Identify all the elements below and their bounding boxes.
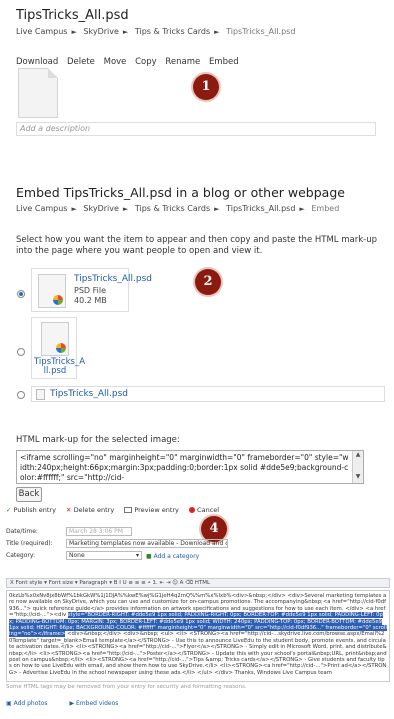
title-label: Title (required): bbox=[6, 540, 53, 547]
option-large-name[interactable]: TipsTricks_All.psd bbox=[74, 274, 152, 284]
embed-videos-link[interactable]: ▶ Embed videos bbox=[69, 700, 128, 707]
embed-button[interactable]: Embed bbox=[209, 57, 239, 67]
breadcrumb-live-campus[interactable]: Live Campus bbox=[16, 27, 67, 36]
rename-button[interactable]: Rename bbox=[165, 57, 200, 67]
add-category-icon: ■ bbox=[146, 553, 152, 560]
file-icon[interactable] bbox=[18, 68, 58, 118]
html-markup-textbox[interactable]: <iframe scrolling="no" marginheight="0" … bbox=[16, 450, 364, 484]
entry-toolbar: ✓ Publish entry ✕ Delete entry Preview e… bbox=[6, 506, 227, 514]
description-input[interactable]: Add a description bbox=[16, 122, 376, 136]
breadcrumb-skydrive[interactable]: SkyDrive bbox=[83, 204, 119, 213]
option-large-size: 40.2 MB bbox=[74, 296, 107, 305]
radio-option-tile[interactable] bbox=[17, 348, 25, 356]
cancel-button[interactable]: Cancel bbox=[188, 506, 219, 514]
delete-entry-button[interactable]: ✕ Delete entry bbox=[66, 506, 114, 514]
blog-editor-panel: ✓ Publish entry ✕ Delete entry Preview e… bbox=[0, 498, 394, 719]
breadcrumb: Live Campus ► SkyDrive ► Tips & Tricks Car… bbox=[16, 204, 340, 213]
option-link-name[interactable]: TipsTricks_All.psd bbox=[50, 389, 128, 399]
embed-instructions: Select how you want the item to appear a… bbox=[16, 235, 377, 256]
delete-button[interactable]: Delete bbox=[67, 57, 95, 67]
preview-icon bbox=[124, 507, 133, 513]
breadcrumb-folder[interactable]: Tips & Tricks Cards bbox=[135, 204, 210, 213]
date-input[interactable]: March 28 3:06 PM bbox=[66, 527, 132, 536]
small-file-icon bbox=[36, 389, 45, 400]
editor-toolbar[interactable]: X Font style ▾ Font size ▾ Paragraph ▾ B… bbox=[6, 578, 390, 588]
option-large[interactable]: TipsTricks_All.psd PSD File 40.2 MB bbox=[31, 268, 152, 312]
file-title: TipsTricks_All.psd bbox=[16, 8, 129, 23]
radio-option-large[interactable] bbox=[17, 290, 25, 298]
move-button[interactable]: Move bbox=[104, 57, 127, 67]
title-input[interactable]: Marketing templates now available - Down… bbox=[66, 539, 228, 548]
copy-button[interactable]: Copy bbox=[135, 57, 157, 67]
publish-entry-button[interactable]: ✓ Publish entry bbox=[6, 506, 56, 514]
breadcrumb-folder[interactable]: Tips & Tricks Cards bbox=[135, 27, 210, 36]
option-large-type: PSD File bbox=[74, 286, 106, 295]
textbox-scrollbar[interactable]: ▲ ▼ bbox=[352, 451, 363, 483]
scroll-down-icon[interactable]: ▼ bbox=[353, 473, 363, 483]
option-link[interactable]: TipsTricks_All.psd bbox=[31, 386, 385, 402]
breadcrumb-file[interactable]: TipsTricks_All.psd bbox=[226, 204, 295, 213]
stop-icon bbox=[188, 507, 195, 513]
download-button[interactable]: Download bbox=[16, 57, 58, 67]
x-icon: ✕ bbox=[66, 506, 72, 514]
psd-file-icon bbox=[38, 274, 66, 308]
category-select[interactable]: None ▾ bbox=[66, 551, 142, 560]
breadcrumb-live-campus[interactable]: Live Campus bbox=[16, 204, 67, 213]
scroll-up-icon[interactable]: ▲ bbox=[353, 451, 363, 461]
category-label: Category: bbox=[6, 552, 35, 559]
markup-label: HTML mark-up for the selected image: bbox=[16, 435, 180, 445]
embed-panel: Embed TipsTricks_All.psd in a blog or ot… bbox=[0, 151, 394, 502]
html-editor-area[interactable]: 0kzLb%x0xNv8jx8bWf%1bkGkW%1j1DJA%%kwE%wj… bbox=[6, 590, 390, 682]
editor-footnote: Some HTML tags may be removed from your … bbox=[6, 684, 247, 690]
breadcrumb-skydrive[interactable]: SkyDrive bbox=[83, 27, 119, 36]
breadcrumb-current: TipsTricks_All.psd bbox=[226, 27, 296, 36]
file-details-panel: TipsTricks_All.psd Live Campus ► SkyDrive… bbox=[0, 0, 394, 148]
date-label: Date/time: bbox=[6, 528, 38, 535]
psd-file-icon bbox=[41, 322, 69, 356]
add-category-link[interactable]: ■ Add a category bbox=[146, 553, 199, 560]
breadcrumb-current: Embed bbox=[311, 204, 340, 213]
step-badge-2: 2 bbox=[195, 269, 221, 295]
editor-text-rest: <div>&nbsp;</div> <div>&nbsp; <ul> <li> … bbox=[9, 631, 387, 676]
breadcrumb: Live Campus ► SkyDrive ► Tips & Tricks Car… bbox=[16, 27, 296, 36]
add-photos-link[interactable]: ▣ Add photos bbox=[6, 700, 58, 707]
editor-links: ▣ Add photos ▶ Embed videos bbox=[6, 700, 138, 707]
file-toolbar: Download Delete Move Copy Rename Embed bbox=[16, 57, 245, 67]
chevron-down-icon: ▾ bbox=[135, 552, 139, 559]
preview-entry-button[interactable]: Preview entry bbox=[124, 506, 179, 514]
check-icon: ✓ bbox=[6, 506, 12, 514]
step-badge-1: 1 bbox=[193, 74, 219, 100]
option-tile[interactable]: TipsTricks_A ll.psd bbox=[31, 317, 85, 379]
radio-option-link[interactable] bbox=[17, 391, 25, 399]
option-tile-name[interactable]: TipsTricks_A ll.psd bbox=[34, 358, 85, 376]
embed-title: Embed TipsTricks_All.psd in a blog or ot… bbox=[16, 185, 345, 200]
